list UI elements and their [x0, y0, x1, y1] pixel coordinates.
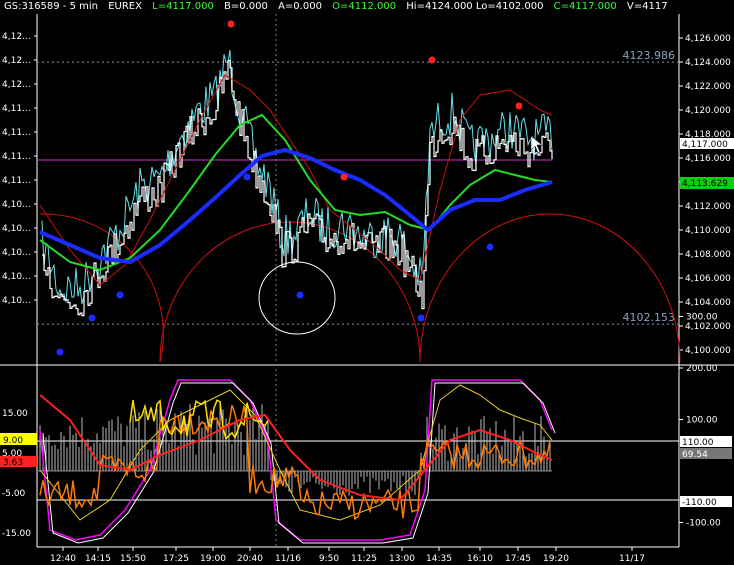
swing-low-dot	[417, 314, 425, 322]
level-high-label: 4123.986	[623, 49, 676, 62]
left-price-tick-label: 4,12...	[2, 32, 31, 42]
osc-left-tick-label: -5.00	[2, 489, 26, 499]
time-tick-label: 12:40	[50, 554, 76, 564]
left-price-tick-label: 4,11...	[2, 128, 31, 138]
time-tick-label: 14:35	[426, 554, 452, 564]
price-tick-label: 4,124.000	[685, 58, 731, 68]
swing-low-dot	[56, 348, 64, 356]
time-tick-label: 17:25	[163, 554, 189, 564]
time-tick-label: 14:15	[85, 554, 111, 564]
swing-low-dot	[116, 291, 124, 299]
right-tag-lower: -110.00	[682, 498, 717, 508]
price-line	[42, 59, 553, 317]
left-price-tick-label: 4,10...	[2, 248, 31, 258]
left-price-tick-label: 4,11...	[2, 104, 31, 114]
arc-3	[419, 213, 681, 363]
time-tick-label: 19:00	[200, 554, 226, 564]
left-tag-value: 9.00	[3, 436, 23, 446]
osc-left-tick-label: 15.00	[2, 409, 28, 419]
swing-low-dot	[486, 243, 494, 251]
swing-high-dot	[515, 102, 523, 110]
osc-right-tick-label: 100.00	[686, 416, 718, 426]
left-price-tick-label: 4,11...	[2, 176, 31, 186]
arc-2	[159, 221, 421, 363]
overlay-price-line	[41, 49, 553, 305]
ma-slow-line	[39, 147, 553, 265]
time-tick-label: 9:50	[319, 554, 339, 564]
time-tick-label: 16:10	[467, 554, 493, 564]
time-tick-label: 20:40	[237, 554, 263, 564]
envelope-line	[39, 74, 553, 286]
price-tick-label: 4,112.000	[685, 202, 731, 212]
price-tick-label: 4,104.000	[685, 298, 731, 308]
left-price-tick-label: 4,10...	[2, 296, 31, 306]
price-tick-label: 4,120.000	[685, 106, 731, 116]
left-price-tick-label: 4,12...	[2, 80, 31, 90]
left-price-tick-label: 4,12...	[2, 56, 31, 66]
swing-high-dot	[340, 173, 348, 181]
swing-low-dot	[243, 173, 251, 181]
ma-tag: 4,113.629	[682, 179, 728, 189]
price-tick-label: 4,122.000	[685, 82, 731, 92]
time-tick-label: 11/16	[275, 554, 301, 564]
ma-fast-line	[39, 113, 553, 272]
price-tick-label: 4,116.000	[685, 154, 731, 164]
time-tick-label: 11:25	[351, 554, 377, 564]
left-tag-value-2: 3.63	[3, 458, 23, 468]
price-tick-label: 4,110.000	[685, 226, 731, 236]
left-price-tick-label: 4,10...	[2, 224, 31, 234]
time-tick-label: 11/17	[619, 554, 645, 564]
swing-low-dot	[88, 314, 96, 322]
price-tick-label: 4,108.000	[685, 250, 731, 260]
swing-low-dot	[296, 291, 304, 299]
right-tag-upper: 110.00	[682, 438, 714, 448]
highlight-circle	[258, 261, 336, 335]
time-tick-label: 19:20	[543, 554, 569, 564]
swing-high-dot	[227, 20, 235, 28]
right-tag-cci: 69.54	[682, 450, 708, 460]
price-tick-label: 4,102.000	[685, 322, 731, 332]
left-price-tick-label: 4,10...	[2, 272, 31, 282]
arc-1	[39, 213, 164, 363]
last-price-tag: 4,117.000	[682, 140, 728, 150]
level-low-label: 4102.153	[623, 311, 676, 324]
left-price-tick-label: 4,11...	[2, 152, 31, 162]
price-tick-label: 4,126.000	[685, 34, 731, 44]
osc-right-tick-label: 200.00	[686, 364, 718, 374]
time-tick-label: 13:00	[389, 554, 415, 564]
chart-window: GS:316589 - 5 min EUREX L=4117.000 B=0.0…	[0, 0, 734, 565]
time-tick-label: 17:45	[505, 554, 531, 564]
price-tick-label: 4,100.000	[685, 346, 731, 356]
time-tick-label: 15:50	[120, 554, 146, 564]
osc-right-tick-label: 300.00	[686, 313, 718, 323]
chart-canvas[interactable]: 4,126.000 4,124.000 4,122.000 4,120.000 4,11…	[0, 0, 734, 565]
osc-left-tick-label: -15.00	[2, 529, 31, 539]
price-tick-label: 4,106.000	[685, 274, 731, 284]
swing-high-dot	[428, 56, 436, 64]
osc-right-tick-label: -100.00	[686, 519, 721, 529]
orange-oscillator-line	[39, 404, 551, 521]
left-price-tick-label: 4,10...	[2, 200, 31, 210]
mouse-cursor-icon	[530, 135, 543, 154]
